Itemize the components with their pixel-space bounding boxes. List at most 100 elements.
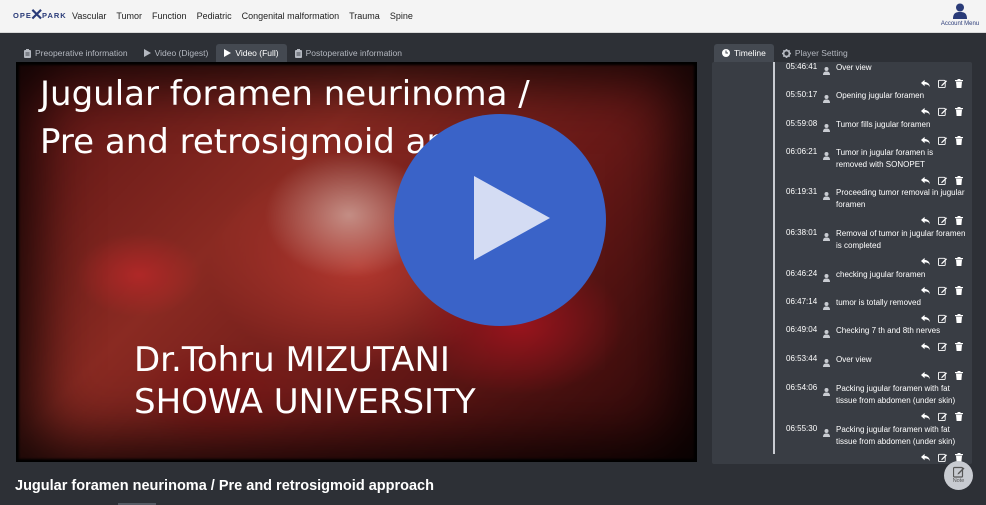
- tab-preoperative-information[interactable]: Preoperative information: [16, 44, 136, 62]
- trash-icon[interactable]: [955, 338, 964, 351]
- note-label: Note: [952, 478, 965, 484]
- reply-icon[interactable]: [921, 212, 930, 225]
- timeline-time[interactable]: 05:46:41: [786, 62, 817, 71]
- timeline-actions: [921, 75, 964, 88]
- opepark-logo[interactable]: OPE ✕ PARK: [13, 8, 66, 24]
- timeline-description: Opening jugular foramen: [836, 91, 925, 100]
- edit-icon[interactable]: [938, 367, 947, 380]
- logo-right-text: PARK: [42, 11, 67, 20]
- timeline-entry[interactable]: 06:06:21 Tumor in jugular foramen is remo…: [786, 147, 966, 185]
- timeline-actions: [921, 282, 964, 295]
- nav-function[interactable]: Function: [152, 11, 187, 21]
- trash-icon[interactable]: [955, 103, 964, 116]
- user-icon: [823, 119, 830, 137]
- edit-icon[interactable]: [938, 310, 947, 323]
- reply-icon[interactable]: [921, 282, 930, 295]
- timeline-time[interactable]: 06:49:04: [786, 325, 817, 334]
- timeline-panel[interactable]: 05:46:41 Over view 05:50:17 Opening jugular…: [712, 62, 972, 464]
- reply-icon[interactable]: [921, 338, 930, 351]
- timeline-description: Tumor fills jugular foramen: [836, 120, 931, 129]
- timeline-time[interactable]: 05:59:08: [786, 119, 817, 128]
- tab-video-full[interactable]: Video (Full): [216, 44, 287, 62]
- trash-icon[interactable]: [955, 75, 964, 88]
- timeline-actions: [921, 367, 964, 380]
- timeline-entry[interactable]: 05:46:41 Over view: [786, 62, 966, 88]
- trash-icon[interactable]: [955, 132, 964, 145]
- timeline-entry[interactable]: 06:49:04 Checking 7 th and 8th nerves: [786, 325, 966, 351]
- trash-icon[interactable]: [955, 172, 964, 185]
- timeline-entry[interactable]: 06:54:06 Packing jugular foramen with fat…: [786, 383, 966, 421]
- trash-icon[interactable]: [955, 282, 964, 295]
- timeline-entry[interactable]: 06:46:24 checking jugular foramen: [786, 269, 966, 295]
- video-player[interactable]: Jugular foramen neurinoma / Pre and retr…: [16, 62, 697, 462]
- timeline-time[interactable]: 06:47:14: [786, 297, 817, 306]
- tab-postoperative-information[interactable]: Postoperative information: [287, 44, 410, 62]
- trash-icon[interactable]: [955, 253, 964, 266]
- video-author-line1: Dr.Tohru MIZUTANI: [134, 340, 450, 380]
- timeline-time[interactable]: 06:54:06: [786, 383, 817, 392]
- note-button[interactable]: Note: [944, 461, 973, 490]
- reply-icon[interactable]: [921, 408, 930, 421]
- reply-icon[interactable]: [921, 103, 930, 116]
- timeline-description: Tumor in jugular foramen is removed with…: [836, 148, 934, 169]
- clipboard-icon: [24, 48, 31, 58]
- tab-label: Video (Full): [235, 48, 279, 58]
- tab-timeline[interactable]: Timeline: [714, 44, 774, 62]
- tab-video-digest[interactable]: Video (Digest): [136, 44, 217, 62]
- tab-player-setting[interactable]: Player Setting: [774, 44, 856, 62]
- nav-vascular[interactable]: Vascular: [72, 11, 106, 21]
- timeline-time[interactable]: 06:46:24: [786, 269, 817, 278]
- reply-icon[interactable]: [921, 367, 930, 380]
- trash-icon[interactable]: [955, 408, 964, 421]
- timeline-time[interactable]: 06:38:01: [786, 228, 817, 237]
- nav-spine[interactable]: Spine: [390, 11, 413, 21]
- nav-tumor[interactable]: Tumor: [116, 11, 142, 21]
- timeline-description: Packing jugular foramen with fat tissue …: [836, 384, 956, 405]
- edit-icon[interactable]: [938, 282, 947, 295]
- edit-icon[interactable]: [938, 338, 947, 351]
- timeline-time[interactable]: 05:50:17: [786, 90, 817, 99]
- reply-icon[interactable]: [921, 172, 930, 185]
- trash-icon[interactable]: [955, 212, 964, 225]
- user-icon: [823, 62, 830, 80]
- trash-icon[interactable]: [955, 310, 964, 323]
- play-icon: [474, 176, 550, 260]
- nav-pediatric[interactable]: Pediatric: [197, 11, 232, 21]
- timeline-entry[interactable]: 06:53:44 Over view: [786, 354, 966, 380]
- timeline-time[interactable]: 06:19:31: [786, 187, 817, 196]
- edit-icon[interactable]: [938, 132, 947, 145]
- edit-icon[interactable]: [938, 172, 947, 185]
- reply-icon[interactable]: [921, 132, 930, 145]
- timeline-time[interactable]: 06:55:30: [786, 424, 817, 433]
- timeline-entry[interactable]: 06:55:30 Packing jugular foramen with fat…: [786, 424, 966, 462]
- timeline-time[interactable]: 06:53:44: [786, 354, 817, 363]
- edit-icon[interactable]: [938, 408, 947, 421]
- timeline-description: Checking 7 th and 8th nerves: [836, 326, 941, 335]
- timeline-actions: [921, 103, 964, 116]
- timeline-entry[interactable]: 05:59:08 Tumor fills jugular foramen: [786, 119, 966, 145]
- play-button[interactable]: [394, 114, 606, 326]
- trash-icon[interactable]: [955, 367, 964, 380]
- timeline-entry[interactable]: 06:47:14 tumor is totally removed: [786, 297, 966, 323]
- play-icon: [143, 49, 151, 57]
- timeline-entry[interactable]: 06:19:31 Proceeding tumor removal in jugu…: [786, 187, 966, 225]
- edit-icon[interactable]: [938, 103, 947, 116]
- account-menu-button[interactable]: Account Menu: [940, 3, 980, 27]
- reply-icon[interactable]: [921, 75, 930, 88]
- edit-icon[interactable]: [938, 449, 947, 462]
- edit-icon[interactable]: [938, 75, 947, 88]
- timeline-time[interactable]: 06:06:21: [786, 147, 817, 156]
- reply-icon[interactable]: [921, 449, 930, 462]
- reply-icon[interactable]: [921, 253, 930, 266]
- edit-icon[interactable]: [938, 212, 947, 225]
- user-icon: [823, 90, 830, 108]
- timeline-entry[interactable]: 05:50:17 Opening jugular foramen: [786, 90, 966, 116]
- trash-icon[interactable]: [955, 449, 964, 462]
- edit-icon[interactable]: [938, 253, 947, 266]
- timeline-description: Over view: [836, 355, 872, 364]
- timeline-entry[interactable]: 06:38:01 Removal of tumor in jugular fora…: [786, 228, 966, 266]
- nav-congenital-malformation[interactable]: Congenital malformation: [242, 11, 340, 21]
- nav-trauma[interactable]: Trauma: [349, 11, 380, 21]
- user-icon: [823, 228, 830, 246]
- reply-icon[interactable]: [921, 310, 930, 323]
